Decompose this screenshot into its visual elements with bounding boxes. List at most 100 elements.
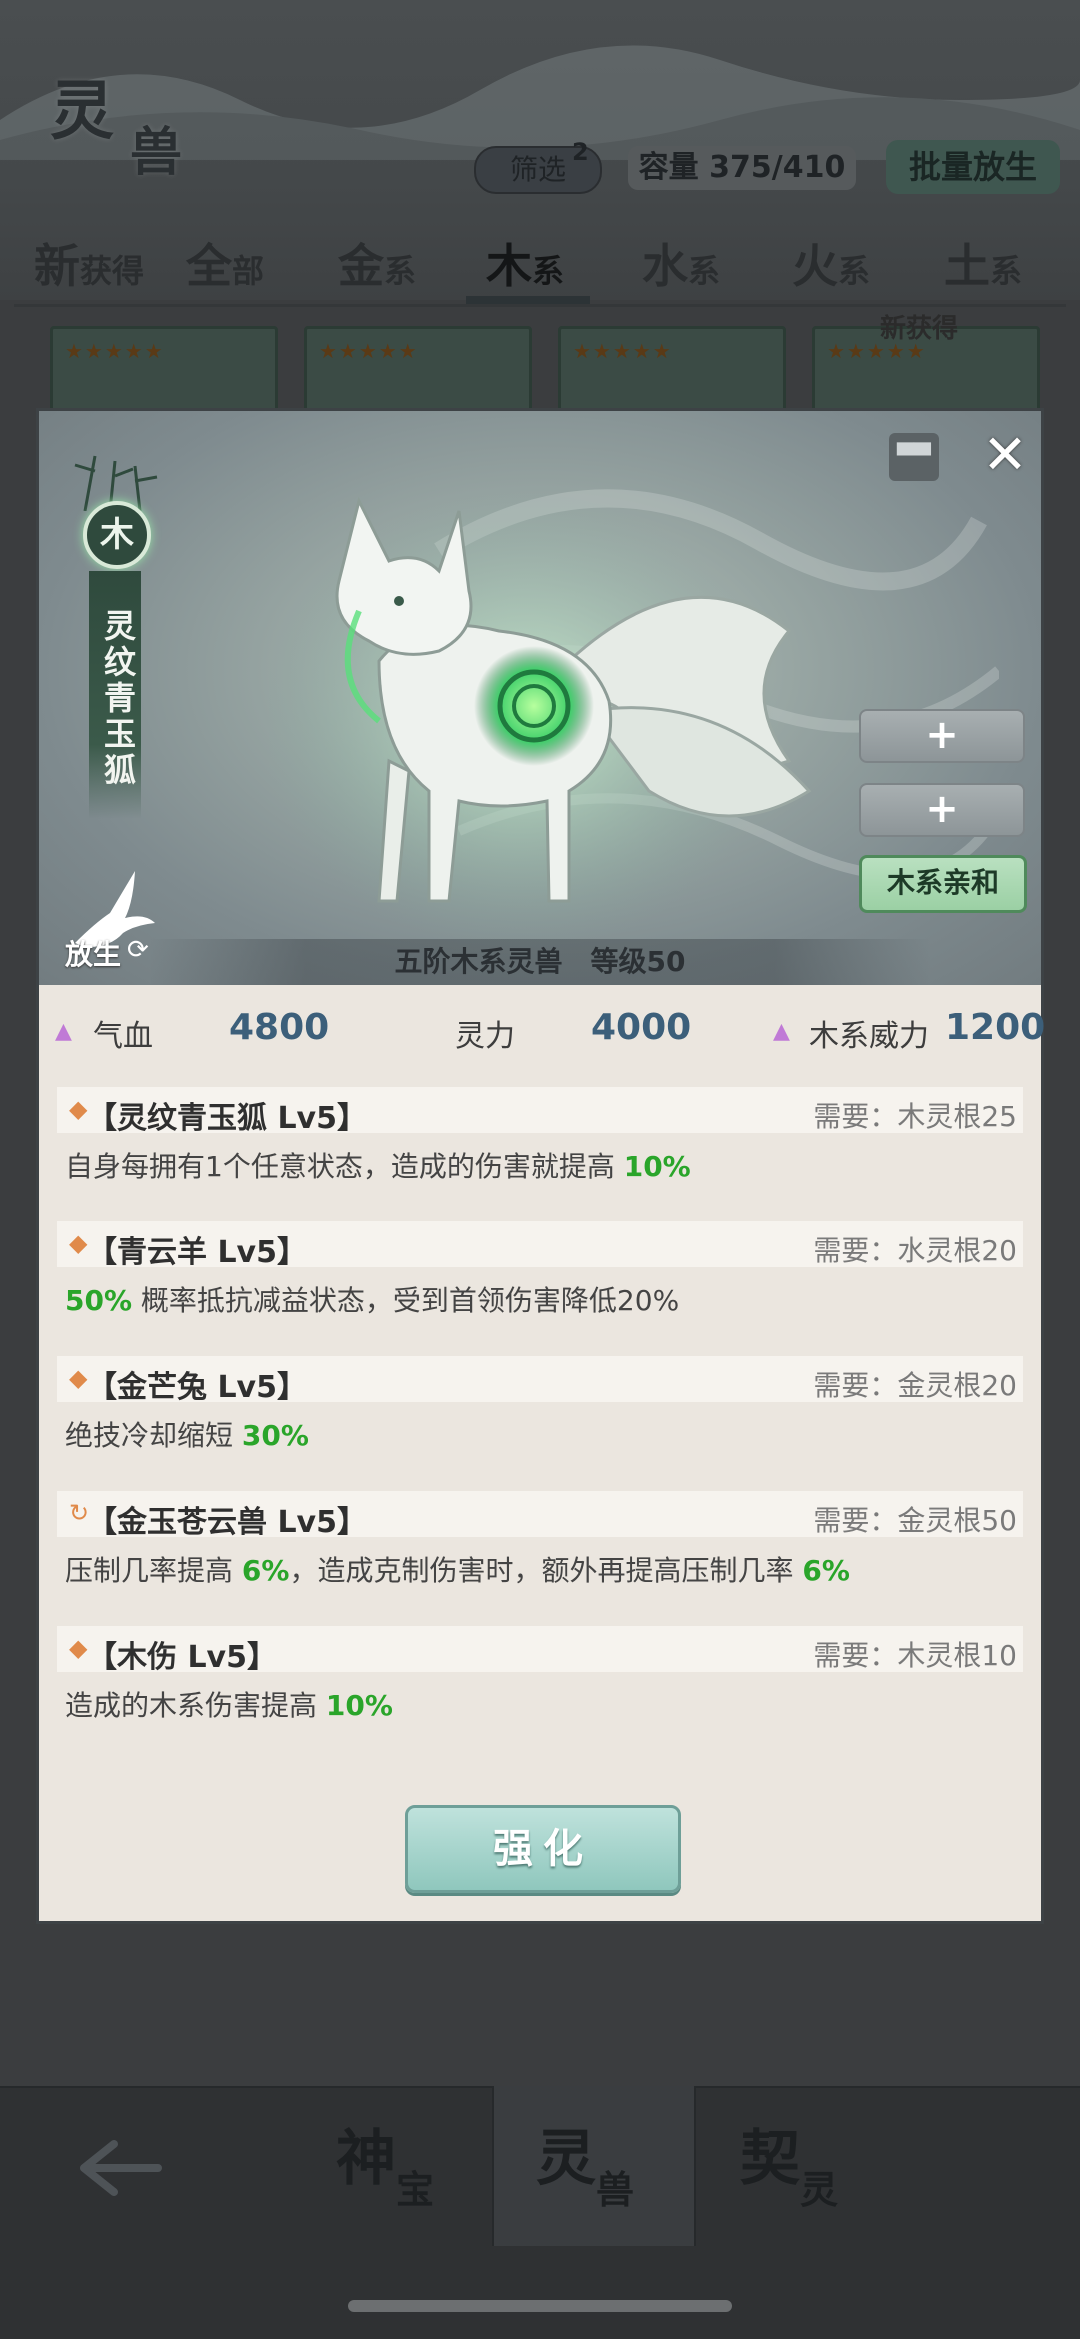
- stat-value: 4000: [591, 1007, 692, 1048]
- skill-description: 自身每拥有1个任意状态，造成的伤害就提高 10%: [65, 1145, 1015, 1185]
- batch-release-button[interactable]: 批量放生: [886, 140, 1060, 194]
- home-indicator[interactable]: [348, 2300, 732, 2312]
- skill-requirement: 需要：木灵根10: [813, 1639, 1017, 1672]
- tab-fire[interactable]: 火系: [792, 230, 870, 296]
- desc-text: 压制几率提高: [65, 1554, 242, 1587]
- pet-detail-modal: 木 灵纹青玉狐 放生 ⟳ ▀▀ ✕ + + 木系亲和 五阶木系灵兽 等级50 ▲ …: [36, 408, 1045, 1924]
- desc-text: 造成的木系伤害提高: [65, 1689, 326, 1722]
- stat-up-icon: ▲: [773, 1019, 790, 1044]
- refresh-icon[interactable]: ⟳: [127, 935, 149, 965]
- tab-sublabel: 系: [990, 252, 1023, 290]
- enhance-button[interactable]: 强化: [405, 1805, 681, 1893]
- wood-affinity-button[interactable]: 木系亲和: [859, 855, 1027, 913]
- skill-name: 【青云羊 Lv5】: [87, 1235, 307, 1270]
- stat-label: 木系威力: [809, 1019, 929, 1054]
- skill-header: ◆ 【金芒兔 Lv5】 需要：金灵根20: [57, 1356, 1023, 1405]
- nav-sublabel: 兽: [596, 2167, 635, 2212]
- skill-name: 【木伤 Lv5】: [87, 1640, 277, 1675]
- tab-sublabel: 系: [384, 252, 417, 290]
- skill-header: ◆ 【灵纹青玉狐 Lv5】 需要：木灵根25: [57, 1087, 1023, 1136]
- tab-sublabel: 部: [232, 252, 265, 290]
- title-char-2: 兽: [130, 122, 183, 183]
- skill-requirement: 需要：金灵根20: [813, 1369, 1017, 1402]
- skill-description: 造成的木系伤害提高 10%: [65, 1684, 1015, 1724]
- desc-text: 概率抵抗减益状态，受到首领伤害降低20%: [132, 1284, 680, 1317]
- nav-label: 契: [740, 2124, 800, 2194]
- desc-highlight: 6%: [802, 1554, 850, 1587]
- tab-sublabel: 系: [838, 252, 871, 290]
- filter-count-badge: 2: [572, 138, 589, 166]
- stat-label: 灵力: [455, 1019, 515, 1054]
- stat-label: 气血: [93, 1019, 153, 1054]
- add-slot-button[interactable]: +: [859, 709, 1025, 763]
- nav-label: 灵: [536, 2124, 596, 2194]
- tab-label: 新: [34, 239, 80, 293]
- nav-treasure[interactable]: 神宝: [336, 2110, 434, 2212]
- desc-highlight: 6%: [241, 1554, 290, 1587]
- lock-icon[interactable]: ▀▀: [889, 433, 939, 481]
- active-tab-indicator: [466, 296, 590, 304]
- tab-sublabel: 系: [688, 252, 721, 290]
- skill-entry: ↻ 【金玉苍云兽 Lv5】 需要：金灵根50 压制几率提高 6%，造成克制伤害时…: [57, 1491, 1023, 1601]
- skill-header: ↻ 【金玉苍云兽 Lv5】 需要：金灵根50: [57, 1491, 1023, 1540]
- desc-highlight: 10%: [325, 1689, 393, 1722]
- add-slot-button[interactable]: +: [859, 783, 1025, 837]
- skill-description: 50% 概率抵抗减益状态，受到首领伤害降低20%: [65, 1279, 1015, 1319]
- tab-sublabel: 系: [532, 252, 565, 290]
- tab-label: 全: [186, 239, 232, 293]
- pet-level: 等级50: [590, 945, 686, 978]
- skill-entry: ◆ 【木伤 Lv5】 需要：木灵根10 造成的木系伤害提高 10%: [57, 1626, 1023, 1736]
- nav-label: 神: [336, 2124, 396, 2194]
- tab-label: 木: [486, 239, 532, 293]
- skill-entry: ◆ 【灵纹青玉狐 Lv5】 需要：木灵根25 自身每拥有1个任意状态，造成的伤害…: [57, 1087, 1023, 1197]
- pet-rank: 五阶木系灵兽: [394, 945, 563, 978]
- tab-label: 水: [642, 239, 688, 293]
- tab-label: 土: [944, 239, 990, 293]
- stat-value: 1200: [945, 1007, 1046, 1048]
- tab-metal[interactable]: 金系: [338, 230, 416, 296]
- desc-highlight: 10%: [623, 1150, 691, 1183]
- skill-name: 【金玉苍云兽 Lv5】: [87, 1505, 367, 1540]
- star-rating-icon: ★★★★★: [319, 339, 419, 363]
- skill-description: 压制几率提高 6%，造成克制伤害时，额外再提高压制几率 6%: [65, 1549, 1015, 1589]
- tab-wood[interactable]: 木系: [486, 230, 564, 296]
- tab-earth[interactable]: 土系: [944, 230, 1022, 296]
- tab-water[interactable]: 水系: [642, 230, 720, 296]
- stats-row: ▲ 气血 4800 灵力 4000 ▲ 木系威力 1200: [39, 995, 1045, 1065]
- diamond-icon: ◆: [69, 1229, 88, 1257]
- element-badge: 木: [83, 501, 151, 569]
- tab-new[interactable]: 新获得: [34, 230, 144, 296]
- diamond-icon: ◆: [69, 1095, 88, 1123]
- back-arrow-icon[interactable]: [74, 2138, 164, 2198]
- desc-highlight: 50%: [65, 1284, 133, 1317]
- skill-description: 绝技冷却缩短 30%: [65, 1414, 1015, 1454]
- nav-sublabel: 灵: [800, 2167, 839, 2212]
- diamond-icon: ◆: [69, 1364, 88, 1392]
- stat-value: 4800: [229, 1007, 330, 1048]
- nav-sublabel: 宝: [396, 2167, 435, 2212]
- desc-text: ，造成克制伤害时，额外再提高压制几率: [289, 1554, 803, 1587]
- tab-label: 金: [338, 239, 384, 293]
- nav-contract[interactable]: 契灵: [740, 2110, 838, 2212]
- new-acquired-tag: 新获得: [880, 314, 959, 344]
- tab-divider: [14, 304, 1066, 307]
- nav-spirit-beast[interactable]: 灵兽: [536, 2110, 634, 2212]
- release-label[interactable]: 放生: [65, 933, 121, 973]
- close-icon[interactable]: ✕: [979, 427, 1031, 483]
- title-char-1: 灵: [50, 74, 114, 149]
- pet-rank-level: 五阶木系灵兽 等级50: [149, 939, 931, 985]
- skill-entry: ◆ 【金芒兔 Lv5】 需要：金灵根20 绝技冷却缩短 30%: [57, 1356, 1023, 1466]
- desc-text: 绝技冷却缩短: [65, 1419, 242, 1452]
- stat-up-icon: ▲: [55, 1019, 72, 1044]
- skill-requirement: 需要：水灵根20: [813, 1234, 1017, 1267]
- fox-artwork: [269, 491, 812, 951]
- star-rating-icon: ★★★★★: [573, 339, 673, 363]
- tab-label: 火: [792, 239, 838, 293]
- skill-header: ◆ 【青云羊 Lv5】 需要：水灵根20: [57, 1221, 1023, 1270]
- diamond-icon: ◆: [69, 1634, 88, 1662]
- pet-name-banner: 灵纹青玉狐: [89, 571, 141, 819]
- skill-header: ◆ 【木伤 Lv5】 需要：木灵根10: [57, 1626, 1023, 1675]
- page-title-logo: 灵 兽: [30, 40, 220, 183]
- tab-sublabel: 获得: [80, 252, 145, 290]
- tab-all[interactable]: 全部: [186, 230, 264, 296]
